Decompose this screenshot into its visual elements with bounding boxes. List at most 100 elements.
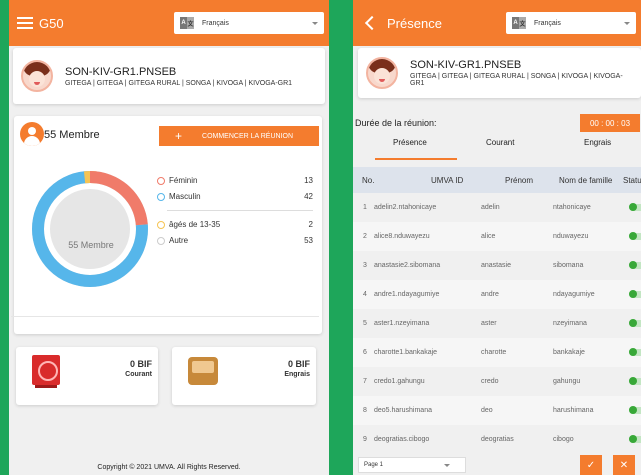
legend-item-feminin: Féminin 13 [157, 176, 313, 185]
status-toggle[interactable] [629, 290, 641, 298]
cell-prenom: anastasie [481, 262, 511, 269]
legend-item-autre: Autre 53 [157, 236, 313, 245]
start-meeting-button[interactable]: + COMMENCER LA RÉUNION [159, 126, 319, 146]
cell-nom: nduwayezu [553, 233, 589, 240]
cell-no: 2 [363, 233, 367, 240]
cell-prenom: andre [481, 291, 499, 298]
legend-dot [157, 236, 165, 245]
legend-dot [157, 192, 165, 201]
back-arrow-icon[interactable] [364, 15, 380, 31]
cell-nom: harushimana [553, 407, 594, 414]
cell-no: 1 [363, 204, 367, 211]
cell-no: 6 [363, 349, 367, 356]
page-select-value: Page 1 [364, 462, 384, 468]
legend-item-ages: âgés de 13-35 2 [157, 220, 313, 229]
close-button[interactable]: ✕ [613, 455, 635, 475]
cell-nom: ndayagumiye [553, 291, 595, 298]
language-select[interactable]: A文 Français [174, 12, 324, 34]
cell-umva-id: charotte1.bankakaje [374, 349, 438, 356]
cell-nom: bankakaje [553, 349, 585, 356]
active-tab-indicator [375, 158, 457, 160]
close-icon: ✕ [619, 459, 629, 471]
cell-nom: ntahonicaye [553, 204, 591, 211]
app-bar-title: G50 [39, 15, 64, 31]
cell-nom: sibomana [553, 262, 584, 269]
group-name: SON-KIV-GR1.PNSEB [410, 59, 522, 71]
status-toggle[interactable] [629, 377, 641, 385]
menu-icon[interactable] [17, 17, 33, 29]
language-value: Français [534, 19, 561, 27]
copyright: Copyright © 2021 UMVA. All Rights Reserv… [97, 464, 241, 471]
table-row: 7 credo1.gahungu credo gahungu [353, 367, 641, 396]
meeting-timer: 00 : 00 : 03 [580, 114, 640, 132]
stat-card-courant[interactable]: 0 BIF Courant [16, 347, 158, 405]
column-header-prenom: Prénom [505, 176, 534, 185]
language-select[interactable]: A文 Français [506, 12, 636, 34]
group-profile-card: SON-KIV-GR1.PNSEB GITEGA | GITEGA | GITE… [358, 48, 641, 98]
column-header-statut: Statut [623, 176, 641, 185]
status-toggle[interactable] [629, 435, 641, 443]
tab-engrais[interactable]: Engrais [584, 138, 611, 147]
language-value: Français [202, 19, 229, 27]
cell-umva-id: deogratias.cibogo [374, 436, 430, 443]
tab-courant[interactable]: Courant [486, 138, 514, 147]
cell-umva-id: adelin2.ntahonicaye [374, 204, 437, 211]
app-bar: Présence A文 Français [353, 0, 641, 46]
cell-prenom: deo [481, 407, 493, 414]
column-header-nom: Nom de famille [559, 176, 613, 185]
confirm-button[interactable]: ✓ [580, 455, 602, 475]
stat-card-engrais[interactable]: 0 BIF Engrais [172, 347, 316, 405]
tab-bar: Présence Courant Engrais [353, 134, 641, 160]
status-toggle[interactable] [629, 261, 641, 269]
translate-icon: A文 [512, 17, 526, 29]
cell-umva-id: deo5.harushimana [374, 407, 432, 414]
status-toggle[interactable] [629, 406, 641, 414]
group-location: GITEGA | GITEGA | GITEGA RURAL | SONGA |… [65, 79, 293, 87]
app-bar: G50 A文 Français [9, 0, 329, 46]
chevron-down-icon [444, 463, 450, 467]
cell-prenom: credo [481, 378, 499, 385]
status-toggle[interactable] [629, 203, 641, 211]
group-profile-card: SON-KIV-GR1.PNSEB GITEGA | GITEGA | GITE… [13, 48, 325, 104]
cell-nom: cibogo [553, 436, 574, 443]
table-row: 3 anastasie2.sibomana anastasie sibomana [353, 251, 641, 280]
cell-umva-id: andre1.ndayagumiye [374, 291, 440, 298]
cell-no: 4 [363, 291, 367, 298]
cell-prenom: aster [481, 320, 497, 327]
donut-center [50, 189, 130, 269]
table-row: 1 adelin2.ntahonicaye adelin ntahonicaye [353, 193, 641, 222]
members-card: 55 Membre + COMMENCER LA RÉUNION 55 Memb… [11, 116, 322, 334]
member-count: 55 Membre [44, 129, 100, 141]
table-row: 8 deo5.harushimana deo harushimana [353, 396, 641, 425]
stat-label: Courant [125, 371, 152, 378]
status-toggle[interactable] [629, 348, 641, 356]
person-icon [20, 122, 44, 146]
legend-dot [157, 176, 165, 185]
table-row: 6 charotte1.bankakaje charotte bankakaje [353, 338, 641, 367]
avatar [21, 60, 53, 92]
cell-prenom: charotte [481, 349, 507, 356]
cell-prenom: deogratias [481, 436, 514, 443]
group-name: SON-KIV-GR1.PNSEB [65, 65, 177, 78]
cell-no: 5 [363, 320, 367, 327]
members-donut-chart [32, 170, 148, 287]
tab-presence[interactable]: Présence [393, 138, 427, 147]
table-row: 5 aster1.nzeyimana aster nzeyimana [353, 309, 641, 338]
cell-no: 7 [363, 378, 367, 385]
table-row: 2 alice8.nduwayezu alice nduwayezu [353, 222, 641, 251]
translate-icon: A文 [180, 17, 194, 29]
plus-icon: + [175, 129, 183, 143]
column-header-umva-id: UMVA ID [431, 176, 464, 185]
cell-prenom: alice [481, 233, 496, 240]
cell-no: 9 [363, 436, 367, 443]
stat-value: 0 BIF [287, 359, 310, 369]
attendance-screen: Présence A文 Français SON-KIV-GR1.PNSEB G… [353, 0, 641, 475]
status-toggle[interactable] [629, 232, 641, 240]
group-location: GITEGA | GITEGA | GITEGA RURAL | SONGA |… [410, 73, 623, 87]
avatar [366, 57, 398, 89]
app-bar-title: Présence [387, 15, 442, 31]
cell-umva-id: anastasie2.sibomana [374, 262, 441, 269]
status-toggle[interactable] [629, 319, 641, 327]
stat-label: Engrais [284, 371, 310, 378]
page-select[interactable]: Page 1 [358, 457, 466, 473]
